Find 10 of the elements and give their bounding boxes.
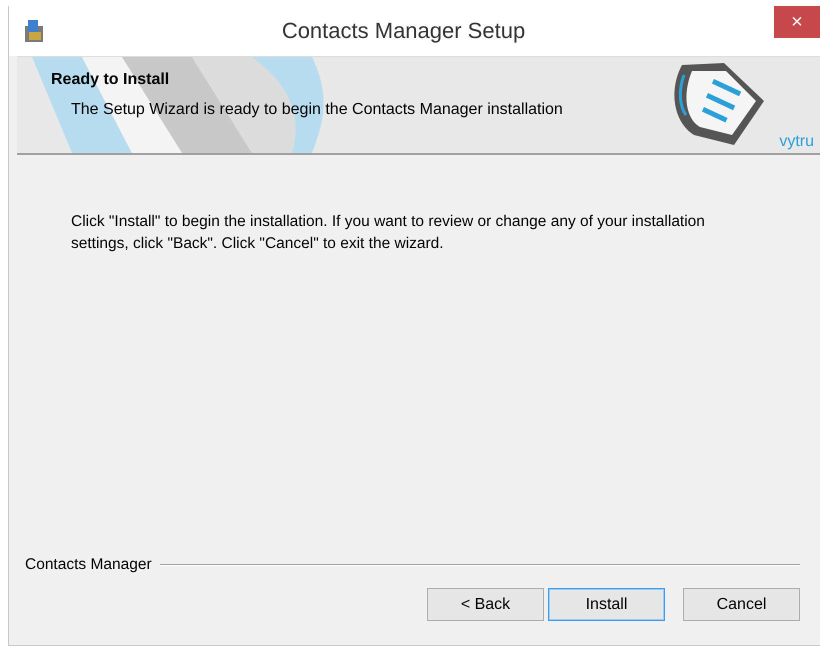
logo-text: vytru [779, 133, 814, 151]
page-subtitle: The Setup Wizard is ready to begin the Contacts Manager installation [70, 101, 563, 119]
window-title: Contacts Manager Setup [282, 18, 526, 44]
dialog-button[interactable]: Cancel [683, 588, 800, 621]
group-label: Contacts Manager [25, 556, 152, 574]
instructions-text: Click "Install" to begin the installation. If you want to review or change any of your installation settings, click "Back". Click "Cancel" to exit the wizard. [71, 212, 706, 254]
close-button[interactable]: × [774, 6, 820, 38]
dialog-button[interactable]: < Back [427, 588, 544, 621]
dialog-button[interactable]: Install [548, 588, 665, 621]
page-title: Ready to Install [51, 71, 170, 89]
